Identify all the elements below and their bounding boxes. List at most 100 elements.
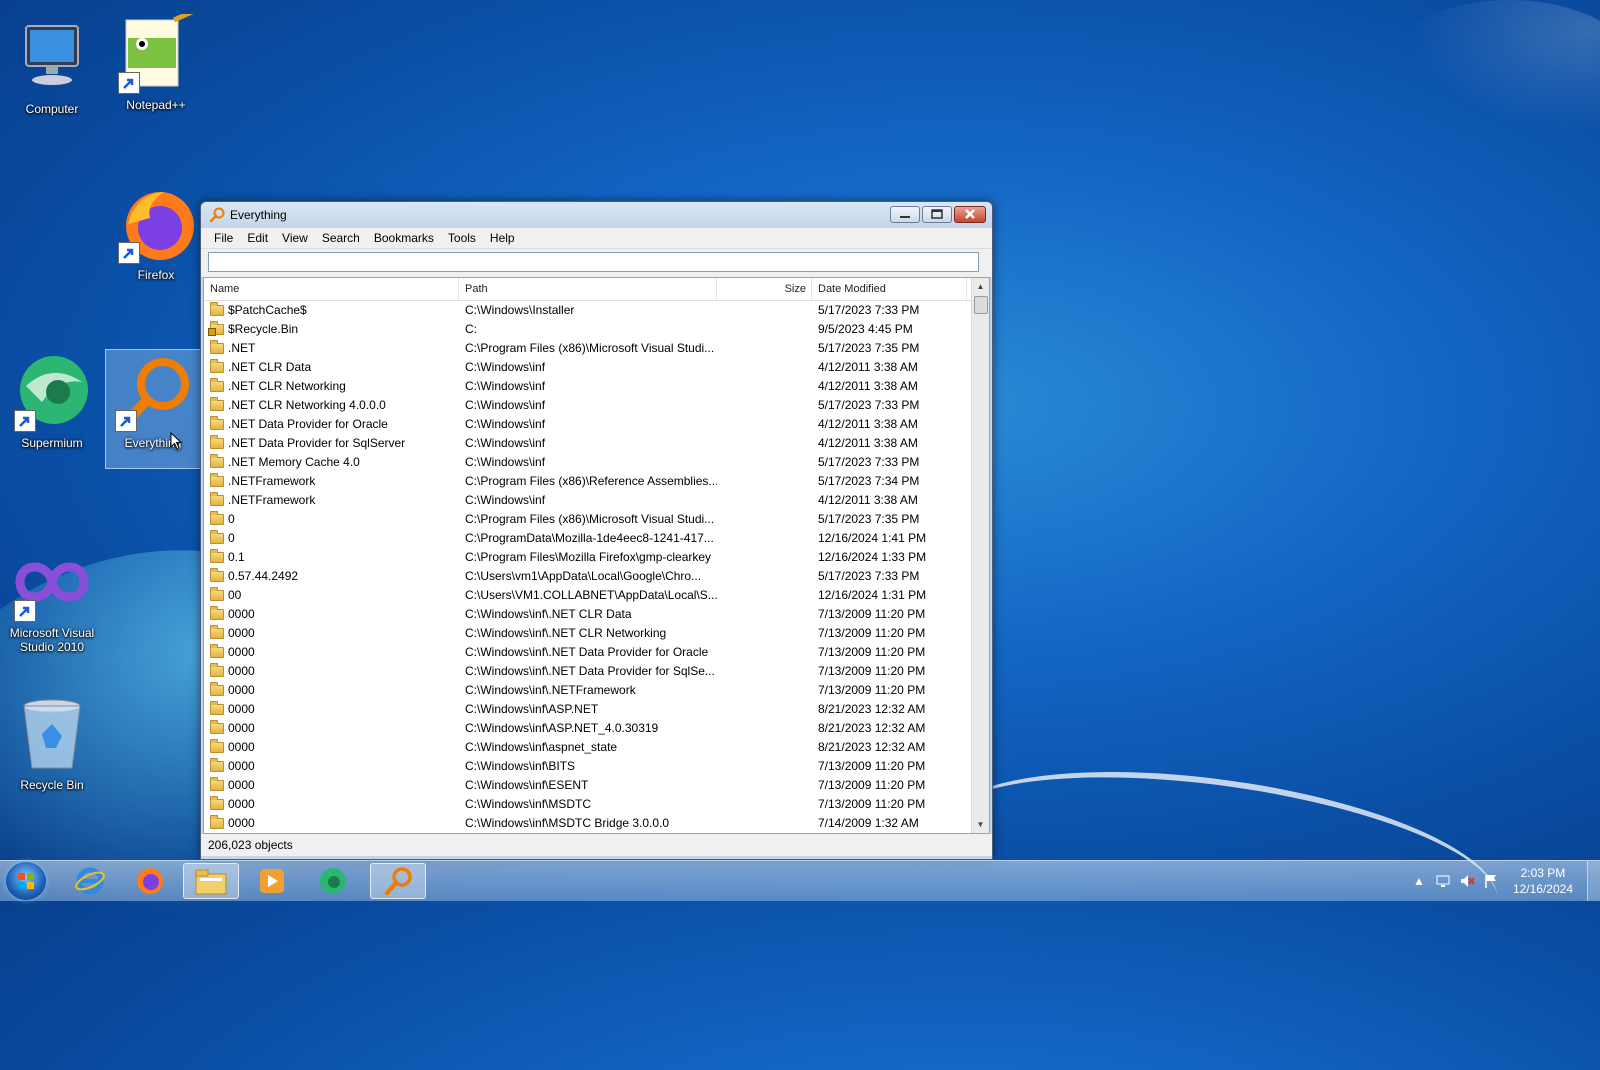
table-row[interactable]: 0000 C:\Windows\inf\.NET Data Provider fo… <box>204 643 968 662</box>
menu-bookmarks[interactable]: Bookmarks <box>367 231 441 245</box>
show-desktop-button[interactable] <box>1587 861 1600 901</box>
volume-muted-icon[interactable] <box>1459 873 1475 889</box>
table-row[interactable]: 0000 C:\Windows\inf\.NET CLR Networking 7/… <box>204 624 968 643</box>
folder-icon <box>210 701 224 715</box>
table-row[interactable]: $PatchCache$ C:\Windows\Installer 5/17/202… <box>204 301 968 320</box>
window-titlebar[interactable]: Everything <box>201 202 992 228</box>
firefox-icon <box>137 868 163 894</box>
taskbar-internet-explorer[interactable] <box>62 863 118 899</box>
file-name: .NET Data Provider for SqlServer <box>228 436 406 450</box>
menu-tools[interactable]: Tools <box>441 231 483 245</box>
cell-path: C:\Program Files (x86)\Microsoft Visual … <box>465 341 715 355</box>
table-row[interactable]: .NETFramework C:\Windows\inf 4/12/2011 3:3… <box>204 491 968 510</box>
action-center-flag-icon[interactable] <box>1483 873 1499 889</box>
scrollbar-thumb[interactable] <box>974 296 988 314</box>
maximize-button[interactable] <box>922 206 952 223</box>
menu-help[interactable]: Help <box>483 231 522 245</box>
table-row[interactable]: .NET Data Provider for Oracle C:\Windows\… <box>204 415 968 434</box>
column-header-name[interactable]: Name <box>204 278 459 300</box>
taskbar-supermium[interactable] <box>305 863 361 899</box>
table-row[interactable]: 00 C:\Users\VM1.COLLABNET\AppData\Local\S… <box>204 586 968 605</box>
table-row[interactable]: .NET CLR Networking 4.0.0.0 C:\Windows\in… <box>204 396 968 415</box>
table-row[interactable]: .NET C:\Program Files (x86)\Microsoft Vis… <box>204 339 968 358</box>
cell-name: 0 <box>204 529 459 548</box>
menu-file[interactable]: File <box>207 231 240 245</box>
cell-date-modified: 4/12/2011 3:38 AM <box>818 360 918 374</box>
file-name: 0000 <box>228 645 255 659</box>
minimize-button[interactable] <box>890 206 920 223</box>
taskbar-clock[interactable]: 2:03 PM 12/16/2024 <box>1513 865 1573 897</box>
table-row[interactable]: 0000 C:\Windows\inf\.NETFramework 7/13/200… <box>204 681 968 700</box>
taskbar-file-explorer[interactable] <box>183 863 239 899</box>
menu-view[interactable]: View <box>275 231 315 245</box>
cell-path: C:\Windows\Installer <box>465 303 575 317</box>
cell-name: 0000 <box>204 605 459 624</box>
internet-explorer-icon <box>75 867 105 895</box>
cell-name: 0000 <box>204 662 459 681</box>
desktop-icon-everything[interactable]: Everything <box>105 349 201 469</box>
cell-size <box>717 339 812 358</box>
scroll-up-icon[interactable]: ▲ <box>972 278 989 295</box>
table-row[interactable]: 0.1 C:\Program Files\Mozilla Firefox\gmp-… <box>204 548 968 567</box>
desktop-icon-visual-studio[interactable]: Microsoft Visual Studio 2010 <box>6 542 98 654</box>
cell-date-modified: 7/14/2009 1:32 AM <box>818 816 919 830</box>
cell-date-modified: 8/21/2023 12:32 AM <box>818 740 926 754</box>
supermium-icon <box>12 352 92 432</box>
table-row[interactable]: .NET Memory Cache 4.0 C:\Windows\inf 5/17/… <box>204 453 968 472</box>
firefox-icon <box>116 184 196 264</box>
results-list[interactable]: Name Path Size Date Modified $PatchCache… <box>203 277 990 834</box>
table-row[interactable]: 0000 C:\Windows\inf\MSDTC Bridge 3.0.0.0 7… <box>204 814 968 833</box>
folder-icon <box>210 435 224 449</box>
table-row[interactable]: .NETFramework C:\Program Files (x86)\Refe… <box>204 472 968 491</box>
taskbar: ▲ 2:03 PM 12/16/2024 <box>0 860 1600 901</box>
menu-edit[interactable]: Edit <box>240 231 275 245</box>
desktop-icon-notepadpp[interactable]: Notepad++ <box>110 9 202 112</box>
cell-name: 0000 <box>204 624 459 643</box>
cell-size <box>717 776 812 795</box>
close-button[interactable] <box>954 206 986 223</box>
cell-path: C:\Program Files (x86)\Reference Assembl… <box>465 474 717 488</box>
menu-search[interactable]: Search <box>315 231 367 245</box>
everything-window[interactable]: Everything File Edit View Search Bookmar… <box>200 201 993 860</box>
table-row[interactable]: 0.57.44.2492 C:\Users\vm1\AppData\Local\G… <box>204 567 968 586</box>
column-header-size[interactable]: Size <box>717 278 812 300</box>
scroll-down-icon[interactable]: ▼ <box>972 816 989 833</box>
table-row[interactable]: 0000 C:\Windows\inf\MSDTC 7/13/2009 11:20 … <box>204 795 968 814</box>
cell-date-modified: 4/12/2011 3:38 AM <box>818 436 918 450</box>
table-row[interactable]: $Recycle.Bin C: 9/5/2023 4:45 PM <box>204 320 968 339</box>
column-header-path[interactable]: Path <box>459 278 717 300</box>
table-row[interactable]: 0000 C:\Windows\inf\ESENT 7/13/2009 11:20 … <box>204 776 968 795</box>
cell-date-modified: 5/17/2023 7:33 PM <box>818 569 920 583</box>
column-header-date-modified[interactable]: Date Modified <box>812 278 967 300</box>
vertical-scrollbar[interactable]: ▲ ▼ <box>971 278 989 833</box>
desktop-icon-supermium[interactable]: Supermium <box>6 352 98 450</box>
cell-path: C:\Windows\inf\.NET Data Provider for Or… <box>465 645 709 659</box>
desktop-icon-computer[interactable]: Computer <box>6 18 98 116</box>
table-row[interactable]: 0000 C:\Windows\inf\ASP.NET 8/21/2023 12:3… <box>204 700 968 719</box>
desktop-icon-recycle-bin[interactable]: Recycle Bin <box>6 694 98 792</box>
table-row[interactable]: 0000 C:\Windows\inf\aspnet_state 8/21/2023… <box>204 738 968 757</box>
folder-icon <box>210 625 224 639</box>
table-row[interactable]: .NET CLR Networking C:\Windows\inf 4/12/20… <box>204 377 968 396</box>
table-row[interactable]: 0000 C:\Windows\inf\ASP.NET_4.0.30319 8/21… <box>204 719 968 738</box>
taskbar-firefox[interactable] <box>122 863 178 899</box>
table-row[interactable]: .NET Data Provider for SqlServer C:\Windo… <box>204 434 968 453</box>
table-row[interactable]: 0 C:\ProgramData\Mozilla-1de4eec8-1241-41… <box>204 529 968 548</box>
cell-size <box>717 491 812 510</box>
search-input[interactable] <box>208 252 979 272</box>
close-icon <box>965 209 975 219</box>
table-row[interactable]: 0000 C:\Windows\inf\BITS 7/13/2009 11:20 P… <box>204 757 968 776</box>
table-row[interactable]: .NET CLR Data C:\Windows\inf 4/12/2011 3:3… <box>204 358 968 377</box>
table-row[interactable]: 0000 C:\Windows\inf\.NET CLR Data 7/13/200… <box>204 605 968 624</box>
start-button[interactable] <box>6 862 46 900</box>
table-row[interactable]: 0 C:\Program Files (x86)\Microsoft Visual… <box>204 510 968 529</box>
cell-path: C:\ProgramData\Mozilla-1de4eec8-1241-417… <box>465 531 714 545</box>
taskbar-everything[interactable] <box>370 863 426 899</box>
show-hidden-icons-icon[interactable]: ▲ <box>1411 873 1427 889</box>
table-row[interactable]: 0000 C:\Windows\inf\.NET Data Provider fo… <box>204 662 968 681</box>
taskbar-media-player[interactable] <box>244 863 300 899</box>
folder-icon <box>210 777 224 791</box>
network-icon[interactable] <box>1435 873 1451 889</box>
desktop-icon-firefox[interactable]: Firefox <box>110 184 202 282</box>
cell-date-modified: 12/16/2024 1:33 PM <box>818 550 927 564</box>
